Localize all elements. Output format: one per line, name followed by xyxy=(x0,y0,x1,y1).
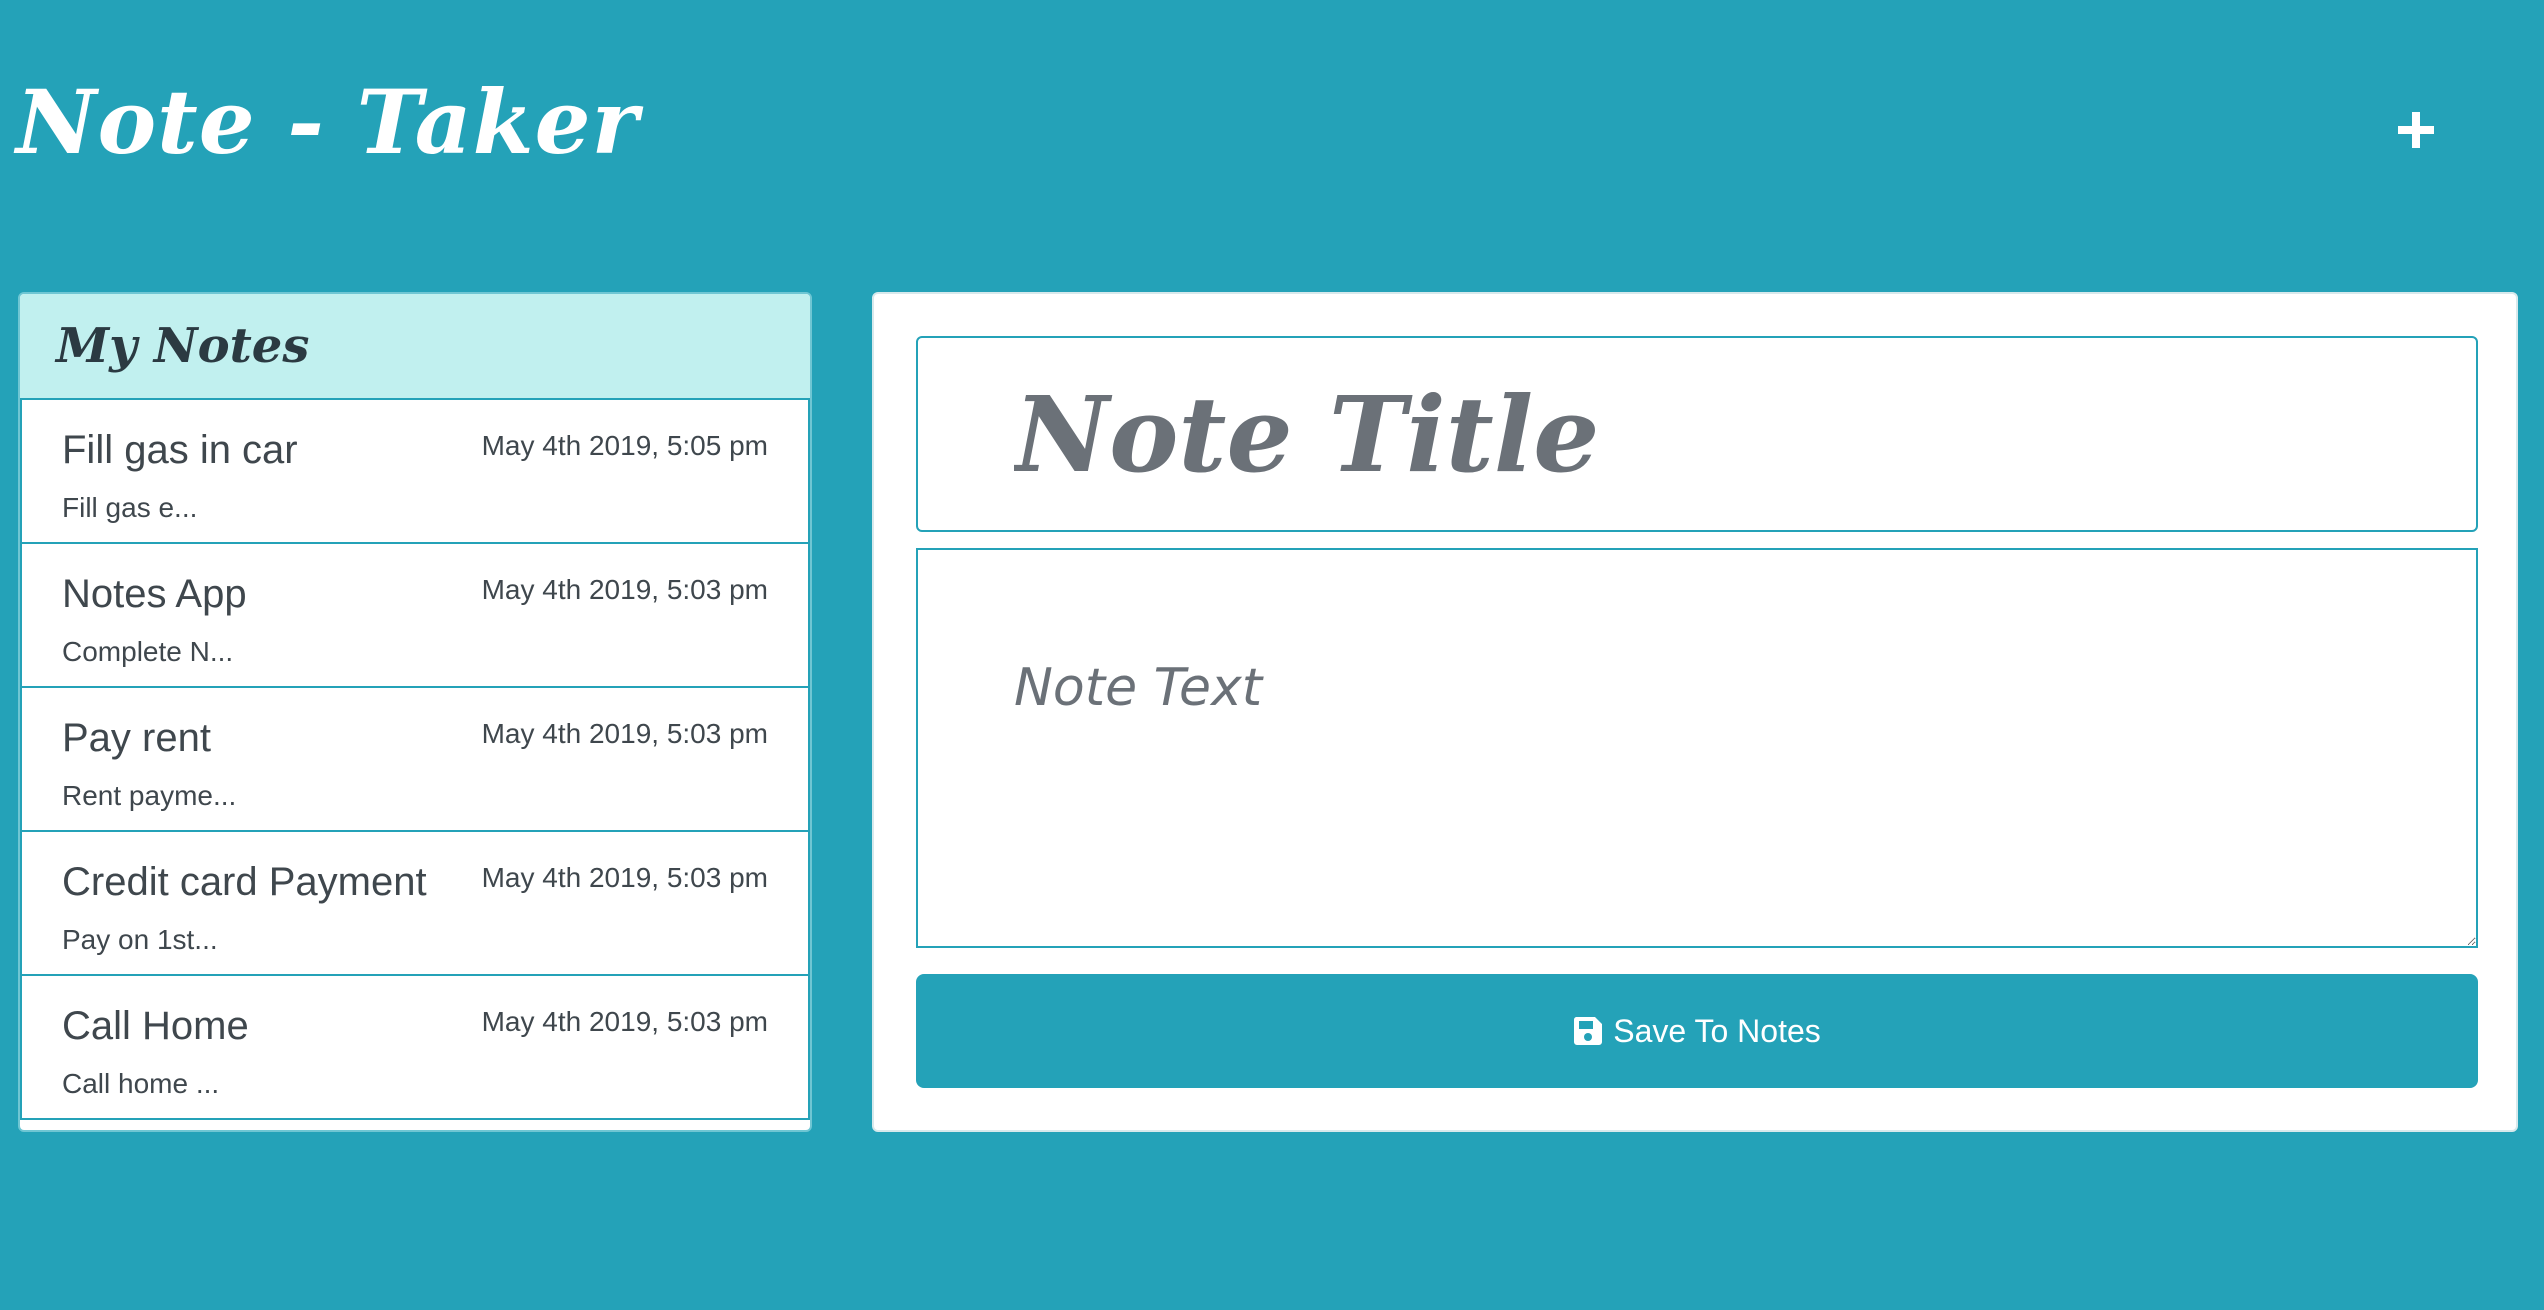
note-item-title: Fill gas in car xyxy=(62,428,298,472)
notes-panel-title: My Notes xyxy=(56,318,310,374)
note-item-date: May 4th 2019, 5:03 pm xyxy=(481,1006,768,1037)
notes-panel-header: My Notes xyxy=(20,294,810,400)
app-header: Note - Taker xyxy=(0,0,2544,260)
save-note-label: Save To Notes xyxy=(1613,1012,1821,1049)
note-text-area[interactable] xyxy=(916,548,2478,948)
note-item-title: Call Home xyxy=(62,1004,249,1048)
note-item-title: Credit card Payment xyxy=(62,860,427,904)
notes-list: Fill gas in car May 4th 2019, 5:05 pm Fi… xyxy=(20,400,810,1120)
note-item-title: Pay rent xyxy=(62,716,211,760)
note-item[interactable]: Fill gas in car May 4th 2019, 5:05 pm Fi… xyxy=(20,400,810,544)
note-item-preview: Fill gas e... xyxy=(62,492,198,523)
note-item-title: Notes App xyxy=(62,572,247,616)
note-item-preview: Call home ... xyxy=(62,1068,220,1099)
note-item[interactable]: Credit card Payment May 4th 2019, 5:03 p… xyxy=(20,832,810,976)
floppy-disk-icon xyxy=(1573,1016,1603,1046)
notes-panel: My Notes Fill gas in car May 4th 2019, 5… xyxy=(18,292,812,1132)
plus-icon xyxy=(2396,110,2436,150)
editor-panel: Save To Notes xyxy=(872,292,2518,1132)
note-item-date: May 4th 2019, 5:03 pm xyxy=(481,718,768,749)
note-item[interactable]: Call Home May 4th 2019, 5:03 pm Call hom… xyxy=(20,976,810,1120)
save-note-button[interactable]: Save To Notes xyxy=(916,974,2478,1088)
note-item-date: May 4th 2019, 5:05 pm xyxy=(481,430,768,461)
note-item-preview: Pay on 1st... xyxy=(62,924,218,955)
note-item[interactable]: Notes App May 4th 2019, 5:03 pm Complete… xyxy=(20,544,810,688)
app-title: Note - Taker xyxy=(16,70,639,174)
note-title-input[interactable] xyxy=(916,336,2478,532)
note-item[interactable]: Pay rent May 4th 2019, 5:03 pm Rent paym… xyxy=(20,688,810,832)
new-note-button[interactable] xyxy=(2376,90,2456,170)
note-item-preview: Complete N... xyxy=(62,636,234,667)
note-item-date: May 4th 2019, 5:03 pm xyxy=(481,574,768,605)
note-item-preview: Rent payme... xyxy=(62,780,237,811)
note-item-date: May 4th 2019, 5:03 pm xyxy=(481,862,768,893)
